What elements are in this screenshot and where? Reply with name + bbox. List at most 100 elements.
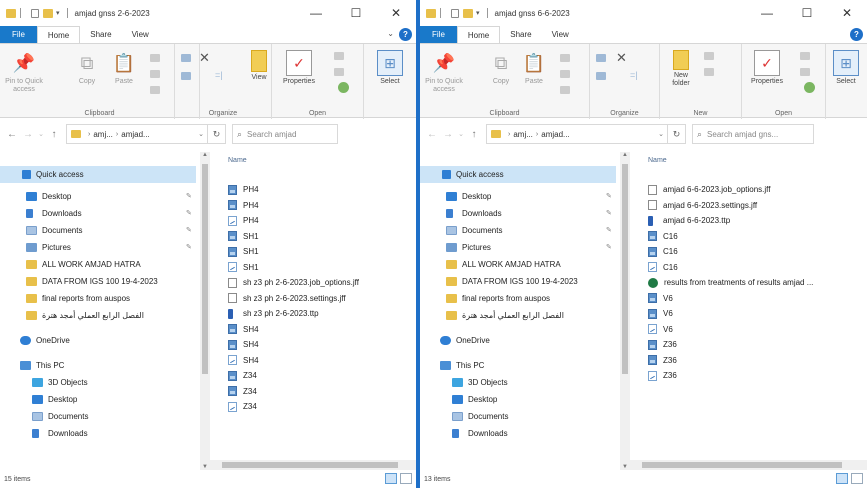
chevron-down-icon[interactable]: ⌄ [195, 130, 207, 138]
nav-item-documents[interactable]: Documents [420, 222, 502, 239]
file-item[interactable]: sh z3 ph 2-6-2023.job_options.jff [228, 275, 416, 290]
nav-item-folder[interactable]: ALL WORK AMJAD HATRA [420, 256, 561, 273]
file-list-hscrollbar[interactable] [210, 460, 416, 470]
maximize-button[interactable]: ☐ [336, 0, 376, 26]
delete-icon[interactable]: ✕ [616, 50, 627, 66]
properties-button[interactable]: ✓ Properties [746, 50, 788, 86]
help-icon[interactable]: ? [850, 28, 863, 41]
properties-icon[interactable] [451, 8, 459, 18]
address-bar[interactable]: › amj... › amjad... ⌄ [66, 124, 208, 144]
nav-item-documents[interactable]: Documents [0, 222, 82, 239]
nav-item-downloads[interactable]: Downloads [0, 205, 82, 222]
copy-to-icon[interactable] [596, 72, 606, 80]
refresh-button[interactable]: ↻ [208, 124, 226, 144]
nav-onedrive[interactable]: OneDrive [420, 332, 490, 349]
nav-quick-access[interactable]: Quick access [0, 166, 196, 183]
nav-item-downloads[interactable]: Downloads [420, 425, 508, 442]
file-item[interactable]: sh z3 ph 2-6-2023.ttp [228, 306, 416, 321]
minimize-button[interactable]: — [747, 0, 787, 26]
select-button[interactable]: ⊞ Select [376, 50, 404, 86]
scroll-thumb[interactable] [642, 462, 842, 468]
file-list[interactable]: Name ⌃ PH4 PH4 PH4 SH1 SH1 SH1 sh z3 ph 2-6-20… [228, 152, 416, 470]
nav-item-documents[interactable]: Documents [0, 408, 88, 425]
breadcrumb-item[interactable]: amjad... [121, 130, 149, 139]
nav-item-folder[interactable]: final reports from auspos [420, 290, 550, 307]
forward-arrow-icon[interactable]: → [440, 129, 456, 140]
forward-arrow-icon[interactable]: → [20, 129, 36, 140]
history-icon[interactable] [804, 82, 815, 93]
nav-this-pc[interactable]: This PC [420, 357, 484, 374]
edit-icon[interactable] [800, 68, 810, 76]
file-item[interactable]: Z36 [648, 368, 867, 383]
address-bar[interactable]: › amj... › amjad... ⌄ [486, 124, 668, 144]
large-icons-view-icon[interactable] [400, 473, 412, 484]
view-button[interactable]: View [247, 50, 271, 82]
breadcrumb-item[interactable]: amjad... [541, 130, 569, 139]
paste-button[interactable]: 📋 Paste [110, 50, 138, 86]
file-item[interactable]: sh z3 ph 2-6-2023.settings.jff [228, 291, 416, 306]
easy-access-icon[interactable] [704, 68, 714, 76]
file-item[interactable]: C16 [648, 229, 867, 244]
file-item[interactable]: SH4 [228, 353, 416, 368]
title-bar[interactable]: ▾ amjad gnss 2-6-2023 — ☐ ✕ [0, 0, 416, 26]
nav-item-downloads[interactable]: Downloads [420, 205, 502, 222]
nav-item-folder[interactable]: DATA FROM IGS 100 19-4-2023 [420, 273, 578, 290]
nav-item-pictures[interactable]: Pictures [420, 239, 491, 256]
rename-icon[interactable]: =| [630, 70, 638, 80]
chevron-down-icon[interactable]: ⌄ [655, 130, 667, 138]
copy-button[interactable]: ⧉ Copy [488, 50, 514, 86]
file-item[interactable]: Z36 [648, 353, 867, 368]
file-item[interactable]: PH4 [228, 182, 416, 197]
new-folder-icon[interactable] [43, 8, 53, 18]
scroll-thumb[interactable] [222, 462, 398, 468]
tab-share[interactable]: Share [80, 26, 121, 43]
pin-to-quick-access-button[interactable]: 📌 Pin to Quick access [422, 50, 466, 94]
up-arrow-icon[interactable]: ↑ [46, 129, 62, 140]
file-list[interactable]: Name ⌃ amjad 6-6-2023.job_options.jff amj… [648, 152, 867, 470]
nav-item-folder[interactable]: DATA FROM IGS 100 19-4-2023 [0, 273, 158, 290]
file-item[interactable]: results from treatments of results amjad… [648, 275, 867, 290]
minimize-button[interactable]: — [296, 0, 336, 26]
tab-home[interactable]: Home [456, 26, 501, 43]
file-item[interactable]: SH1 [228, 260, 416, 275]
scroll-thumb[interactable] [202, 164, 208, 374]
pin-to-quick-access-button[interactable]: 📌 Pin to Quick access [2, 50, 46, 94]
column-header-name[interactable]: Name ⌃ [228, 152, 416, 168]
navigation-pane[interactable]: Quick access Desktop ✎ Downloads ✎ Docum… [0, 152, 210, 470]
file-item[interactable]: V6 [648, 291, 867, 306]
file-item[interactable]: Z34 [228, 399, 416, 414]
nav-scrollbar[interactable]: ▲ ▼ [200, 152, 210, 470]
scroll-thumb[interactable] [622, 164, 628, 374]
file-item[interactable]: amjad 6-6-2023.ttp [648, 213, 867, 228]
file-item[interactable]: amjad 6-6-2023.job_options.jff [648, 182, 867, 197]
refresh-button[interactable]: ↻ [668, 124, 686, 144]
paste-shortcut-icon[interactable] [150, 86, 160, 94]
nav-item-downloads[interactable]: Downloads [0, 425, 88, 442]
nav-quick-access[interactable]: Quick access [420, 166, 616, 183]
file-item[interactable]: PH4 [228, 213, 416, 228]
nav-item-desktop[interactable]: Desktop [0, 391, 77, 408]
delete-icon[interactable]: ✕ [199, 50, 210, 66]
back-arrow-icon[interactable]: ← [4, 129, 20, 140]
tab-file[interactable]: File [0, 26, 37, 43]
cut-icon[interactable] [560, 54, 570, 62]
scroll-up-icon[interactable]: ▲ [620, 152, 630, 158]
file-item[interactable]: Z34 [228, 368, 416, 383]
title-bar[interactable]: ▾ amjad gnss 6-6-2023 — ☐ ✕ [420, 0, 867, 26]
nav-item-3d-objects[interactable]: 3D Objects [420, 374, 508, 391]
tab-share[interactable]: Share [500, 26, 541, 43]
nav-item-folder[interactable]: final reports from auspos [0, 290, 130, 307]
recent-dropdown-icon[interactable]: ⌄ [456, 130, 466, 138]
nav-item-folder[interactable]: ALL WORK AMJAD HATRA [0, 256, 141, 273]
properties-button[interactable]: ✓ Properties [278, 50, 320, 86]
chevron-down-icon[interactable]: ▾ [56, 9, 60, 17]
nav-item-documents[interactable]: Documents [420, 408, 508, 425]
copy-path-icon[interactable] [150, 70, 160, 78]
details-view-icon[interactable] [836, 473, 848, 484]
file-item[interactable]: SH1 [228, 244, 416, 259]
help-icon[interactable]: ? [399, 28, 412, 41]
close-button[interactable]: ✕ [827, 0, 867, 26]
select-button[interactable]: ⊞ Select [832, 50, 860, 86]
breadcrumb-item[interactable]: amj... [93, 130, 113, 139]
close-button[interactable]: ✕ [376, 0, 416, 26]
